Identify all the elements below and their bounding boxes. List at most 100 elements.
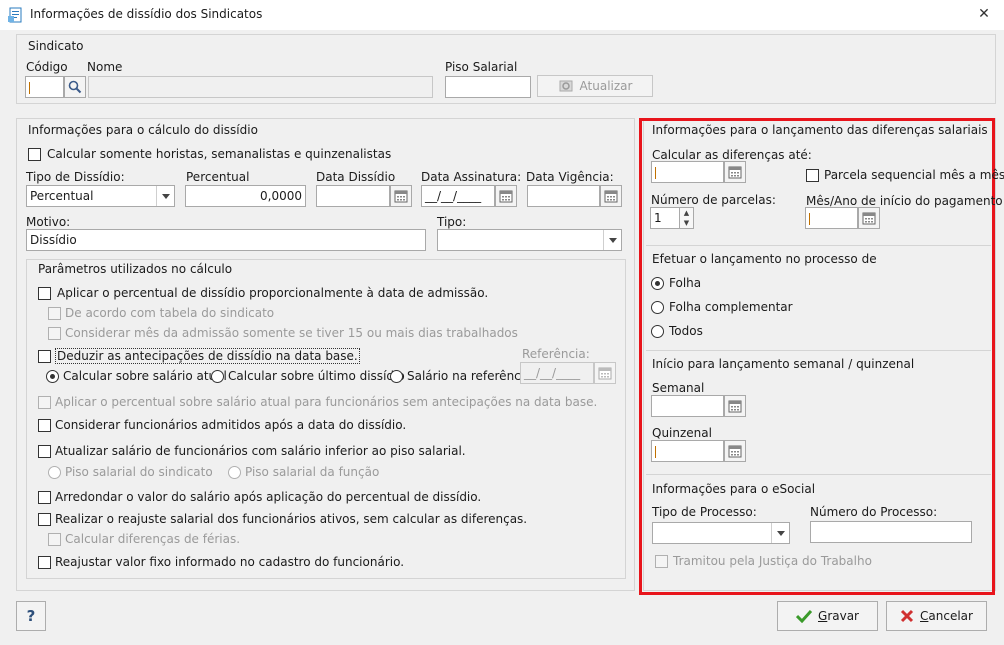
piso-sindicato-row[interactable]: Piso salarial do sindicato [48, 465, 213, 479]
radio-salario-referencia-row[interactable]: Salário na referência [390, 369, 531, 383]
todos-label: Todos [669, 324, 703, 338]
motivo-label: Motivo: [26, 215, 71, 229]
radio-salario-referencia-label: Salário na referência [407, 369, 532, 383]
todos-row[interactable]: Todos [651, 324, 703, 338]
semanal-label: Semanal [652, 381, 705, 395]
deduzir-antecipacoes-row[interactable]: Deduzir as antecipações de dissídio na d… [38, 348, 360, 364]
de-acordo-tabela-checkbox[interactable] [48, 306, 61, 320]
parcela-sequencial-row[interactable]: Parcela sequencial mês a mês [806, 168, 1004, 182]
referencia-input[interactable]: __/__/____ [520, 362, 594, 384]
considerar-mes-admissao-checkbox[interactable] [48, 326, 61, 340]
tipo-processo-dropdown[interactable] [771, 523, 789, 543]
text-caret [809, 212, 810, 225]
cancelar-button[interactable]: Cancelar [886, 601, 987, 631]
tipo-dropdown[interactable] [603, 230, 621, 250]
tipo-dissidio-dropdown[interactable] [156, 186, 174, 206]
referencia-calendar-button[interactable] [594, 362, 616, 384]
numero-processo-input[interactable] [810, 521, 972, 543]
semanal-group-title: Início para lançamento semanal / quinzen… [652, 357, 915, 371]
considerar-mes-admissao-row[interactable]: Considerar mês da admissão somente se ti… [48, 326, 518, 340]
calcular-ate-calendar-button[interactable] [724, 161, 746, 183]
arredondar-checkbox[interactable] [38, 490, 51, 504]
arredondar-label: Arredondar o valor do salário após aplic… [55, 490, 482, 504]
spin-up-icon[interactable]: ▲ [680, 208, 693, 218]
search-button[interactable] [64, 76, 86, 98]
considerar-admitidos-row[interactable]: Considerar funcionários admitidos após a… [38, 418, 406, 432]
radio-todos[interactable] [651, 324, 664, 338]
atualizar-salario-inferior-checkbox[interactable] [38, 444, 51, 458]
aplicar-proporcional-checkbox[interactable] [38, 286, 51, 300]
calcular-somente-label: Calcular somente horistas, semanalistas … [47, 147, 392, 161]
radio-salario-atual-row[interactable]: Calcular sobre salário atual [46, 369, 227, 383]
radio-salario-atual[interactable] [46, 369, 59, 383]
radio-ultimo-dissidio-row[interactable]: Calcular sobre último dissídio [211, 369, 405, 383]
data-assinatura-input[interactable]: __/__/____ [421, 185, 495, 207]
parcela-sequencial-checkbox[interactable] [806, 168, 819, 182]
tramitou-label: Tramitou pela Justiça do Trabalho [673, 554, 872, 568]
deduzir-antecipacoes-checkbox[interactable] [38, 349, 51, 363]
gravar-label: Gravar [818, 609, 859, 623]
calcular-somente-checkbox[interactable] [28, 147, 41, 161]
parametros-group-title: Parâmetros utilizados no cálculo [38, 262, 233, 276]
semanal-calendar-button[interactable] [724, 395, 746, 417]
folha-complementar-label: Folha complementar [669, 300, 793, 314]
tipo-dissidio-select[interactable]: Percentual [26, 185, 175, 207]
aplicar-sem-antecipacoes-row[interactable]: Aplicar o percentual sobre salário atual… [38, 395, 597, 409]
piso-funcao-row[interactable]: Piso salarial da função [228, 465, 379, 479]
piso-salarial-input[interactable] [445, 76, 531, 98]
folha-complementar-row[interactable]: Folha complementar [651, 300, 793, 314]
calcular-somente-checkbox-row[interactable]: Calcular somente horistas, semanalistas … [28, 147, 391, 161]
data-assinatura-calendar-button[interactable] [495, 185, 517, 207]
nome-input[interactable] [88, 76, 433, 98]
data-vigencia-input[interactable] [527, 185, 600, 207]
semanal-input[interactable] [651, 395, 724, 417]
num-parcelas-spinner[interactable]: ▲ ▼ [680, 207, 694, 229]
considerar-admitidos-label: Considerar funcionários admitidos após a… [55, 418, 407, 432]
radio-folha[interactable] [651, 276, 664, 290]
gravar-button[interactable]: Gravar [777, 601, 878, 631]
radio-salario-referencia[interactable] [390, 369, 403, 383]
data-dissidio-calendar-button[interactable] [390, 185, 412, 207]
motivo-input[interactable]: Dissídio [26, 229, 426, 251]
sindicato-group-title: Sindicato [28, 39, 84, 53]
realizar-reajuste-row[interactable]: Realizar o reajuste salarial dos funcion… [38, 512, 527, 526]
calcular-ferias-checkbox[interactable] [48, 532, 61, 546]
tipo-select[interactable] [437, 229, 622, 251]
calcular-ate-input[interactable] [651, 161, 724, 183]
aplicar-sem-antecipacoes-label: Aplicar o percentual sobre salário atual… [55, 395, 598, 409]
help-button[interactable]: ? [16, 601, 46, 631]
num-parcelas-input[interactable]: 1 [650, 207, 680, 229]
aplicar-sem-antecipacoes-checkbox[interactable] [38, 395, 51, 409]
mes-ano-calendar-button[interactable] [858, 207, 880, 229]
radio-piso-funcao[interactable] [228, 465, 241, 479]
spin-down-icon[interactable]: ▼ [680, 218, 693, 228]
quinzenal-input[interactable] [651, 440, 724, 462]
tramitou-row[interactable]: Tramitou pela Justiça do Trabalho [655, 554, 872, 568]
data-dissidio-input[interactable] [316, 185, 390, 207]
arredondar-row[interactable]: Arredondar o valor do salário após aplic… [38, 490, 481, 504]
quinzenal-calendar-button[interactable] [724, 440, 746, 462]
atualizar-salario-inferior-row[interactable]: Atualizar salário de funcionários com sa… [38, 444, 466, 458]
aplicar-proporcional-row[interactable]: Aplicar o percentual de dissídio proporc… [38, 286, 488, 300]
radio-piso-sindicato[interactable] [48, 465, 61, 479]
close-icon[interactable]: ✕ [975, 5, 993, 23]
calculo-group-title: Informações para o cálculo do dissídio [28, 123, 258, 137]
codigo-input[interactable] [25, 76, 64, 98]
chevron-down-icon [776, 530, 785, 536]
folha-row[interactable]: Folha [651, 276, 701, 290]
reajustar-valor-fixo-checkbox[interactable] [38, 555, 51, 569]
tramitou-checkbox[interactable] [655, 554, 668, 568]
percentual-input[interactable]: 0,0000 [185, 185, 306, 207]
mes-ano-input[interactable] [805, 207, 858, 229]
radio-ultimo-dissidio[interactable] [211, 369, 224, 383]
data-vigencia-label: Data Vigência: [526, 170, 614, 184]
calcular-ferias-row[interactable]: Calcular diferenças de férias. [48, 532, 240, 546]
realizar-reajuste-checkbox[interactable] [38, 512, 51, 526]
radio-folha-complementar[interactable] [651, 300, 664, 314]
tipo-processo-select[interactable] [652, 522, 790, 544]
reajustar-valor-fixo-row[interactable]: Reajustar valor fixo informado no cadast… [38, 555, 404, 569]
de-acordo-tabela-row[interactable]: De acordo com tabela do sindicato [48, 306, 274, 320]
data-vigencia-calendar-button[interactable] [600, 185, 622, 207]
atualizar-button[interactable]: Atualizar [537, 75, 653, 97]
considerar-admitidos-checkbox[interactable] [38, 418, 51, 432]
